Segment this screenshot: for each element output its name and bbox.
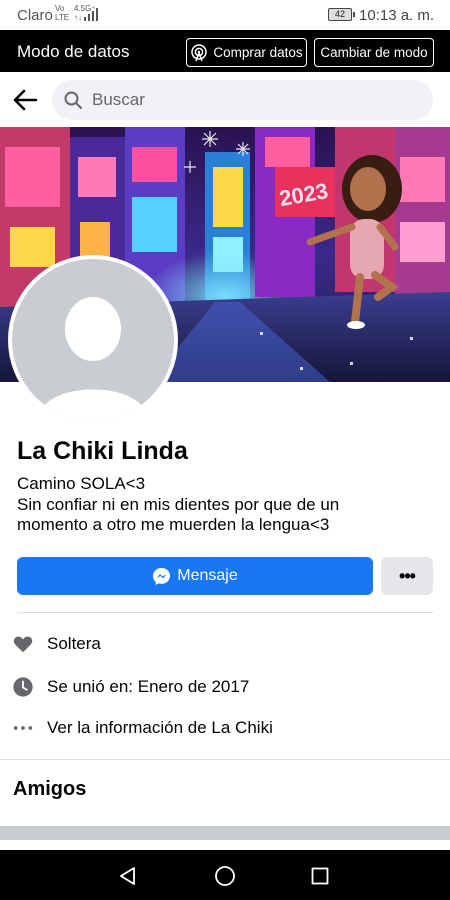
status-bar: Claro Vo LTE 4.5G⁺ ↑↓ 42 10:13 a. m. — [0, 0, 450, 30]
carrier-label: Claro — [17, 7, 53, 24]
joined-date: Se unió en: Enero de 2017 — [47, 677, 250, 696]
buy-data-label: Comprar datos — [213, 45, 303, 60]
message-button[interactable]: Mensaje — [17, 557, 373, 595]
messenger-icon — [153, 567, 171, 585]
spacer — [0, 840, 450, 850]
clock: 10:13 a. m. — [359, 7, 435, 24]
nav-recents-icon[interactable] — [311, 867, 329, 885]
change-mode-label: Cambiar de modo — [320, 45, 428, 60]
broadcast-icon — [191, 43, 208, 61]
search-input[interactable] — [90, 80, 420, 120]
default-avatar-icon — [12, 259, 174, 421]
data-activity-label: ↑↓ — [74, 13, 82, 22]
profile-picture[interactable] — [8, 255, 178, 425]
network-indicator: Vo LTE 4.5G⁺ ↑↓ — [55, 4, 96, 22]
heart-icon — [13, 636, 33, 653]
bio-line: Camino SOLA<3 — [17, 474, 146, 493]
buy-data-button[interactable]: Comprar datos — [186, 38, 307, 67]
clock-icon — [13, 677, 33, 697]
section-divider — [0, 759, 450, 760]
back-arrow-icon[interactable] — [12, 87, 38, 113]
friends-heading: Amigos — [13, 778, 87, 800]
signal-strength-icon — [84, 8, 98, 21]
profile-bio: Camino SOLA<3 Sin confiar ni en mis dien… — [17, 474, 437, 536]
volte-label: Vo — [55, 4, 65, 13]
joined-row: Se unió en: Enero de 2017 — [0, 672, 450, 702]
lte-label: LTE — [55, 13, 70, 22]
nav-home-icon[interactable] — [214, 865, 236, 887]
profile-name: La Chiki Linda — [17, 437, 188, 465]
search-bar[interactable] — [52, 80, 433, 120]
system-nav-bar — [0, 850, 450, 900]
section-separator — [0, 826, 450, 840]
see-info-row[interactable]: Ver la información de La Chiki — [0, 713, 450, 743]
bio-line: Sin confiar ni en mis dientes por que de… — [17, 494, 340, 514]
nav-back-icon[interactable] — [117, 865, 139, 887]
relationship-status: Soltera — [47, 634, 101, 653]
search-icon — [64, 91, 82, 109]
data-mode-title: Modo de datos — [17, 42, 130, 61]
data-mode-bar: Modo de datos Comprar datos Cambiar de m… — [0, 30, 450, 72]
more-options-button[interactable]: ••• — [381, 557, 433, 595]
see-info-link[interactable]: Ver la información de La Chiki — [47, 718, 273, 738]
relationship-row: Soltera — [0, 629, 450, 659]
battery-icon: 42 — [328, 8, 355, 21]
message-label: Mensaje — [177, 567, 238, 584]
change-mode-button[interactable]: Cambiar de modo — [314, 38, 434, 67]
bio-line: momento a otro me muerden la lengua<3 — [17, 515, 330, 534]
more-dots-icon — [13, 726, 33, 730]
divider — [17, 612, 433, 613]
